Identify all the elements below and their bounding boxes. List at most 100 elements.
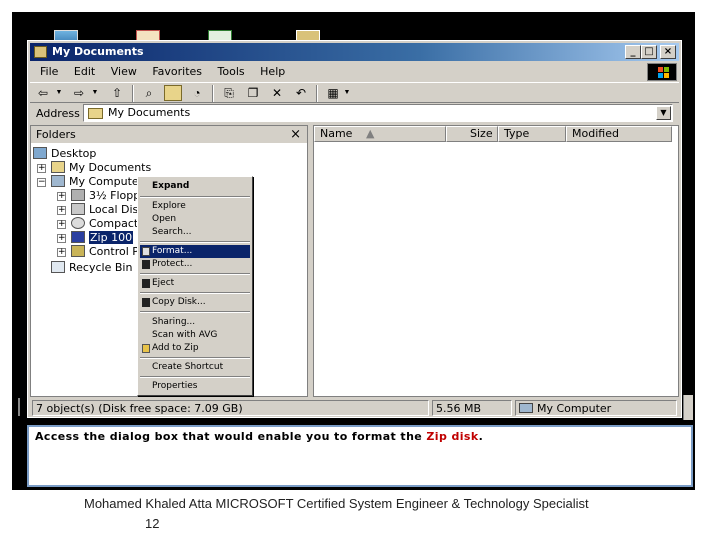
menu-separator <box>140 292 250 294</box>
menu-item-create-shortcut[interactable]: Create Shortcut <box>140 361 250 374</box>
column-type[interactable]: Type <box>498 126 566 142</box>
menu-help[interactable]: Help <box>254 63 291 81</box>
menu-item-scan-avg[interactable]: Scan with AVG <box>140 329 250 342</box>
column-modified[interactable]: Modified <box>566 126 672 142</box>
tree-node-recycle-bin[interactable]: Recycle Bin <box>51 261 132 275</box>
up-folder-icon[interactable]: ⇧ <box>108 85 126 101</box>
tree-node-my-computer[interactable]: My Computer <box>51 175 143 189</box>
recycle-bin-icon <box>51 261 65 273</box>
tree-node-local-disk[interactable]: Local Disk <box>71 203 145 217</box>
zip-drive-icon <box>71 231 85 243</box>
status-objects: 7 object(s) (Disk free space: 7.09 GB) <box>32 400 429 416</box>
folders-close-button[interactable]: × <box>290 126 301 143</box>
menu-favorites[interactable]: Favorites <box>146 63 208 81</box>
shield-icon <box>142 279 150 288</box>
column-name[interactable]: Name ▲ <box>314 126 446 142</box>
delete-icon[interactable]: ✕ <box>268 85 286 101</box>
tree-node-my-documents[interactable]: My Documents <box>51 161 151 175</box>
task-suffix: . <box>478 430 484 443</box>
tree-node-label: Compact <box>89 217 139 230</box>
shield-icon <box>142 247 150 256</box>
menu-item-label: Open <box>152 214 177 224</box>
menu-item-label: Expand <box>152 181 190 191</box>
back-dropdown-icon[interactable]: ▼ <box>50 85 68 101</box>
address-dropdown-button[interactable]: ▼ <box>656 106 671 120</box>
menu-edit[interactable]: Edit <box>68 63 101 81</box>
address-value: My Documents <box>108 106 191 119</box>
expand-toggle[interactable]: + <box>57 192 66 201</box>
tree-node-desktop[interactable]: Desktop <box>33 147 96 161</box>
menu-item-label: Sharing... <box>152 317 196 327</box>
status-objects-text: 7 object(s) (Disk free space: 7.09 GB) <box>36 402 243 415</box>
title-bar[interactable]: My Documents _ □ × <box>30 43 679 61</box>
slide: My Documents _ □ × File Edit View Favori… <box>0 0 720 540</box>
expand-toggle[interactable]: + <box>57 220 66 229</box>
column-label: Modified <box>572 127 619 140</box>
address-input[interactable]: My Documents ▼ <box>83 104 673 122</box>
expand-toggle[interactable]: + <box>57 234 66 243</box>
folder-icon <box>51 161 65 173</box>
menu-tools[interactable]: Tools <box>212 63 251 81</box>
task-text: Access the dialog box that would enable … <box>35 430 427 443</box>
desktop-icon <box>33 147 47 159</box>
context-menu: Expand Explore Open Search... Format... … <box>137 176 253 396</box>
tree-node-label: Zip 100 <box>89 231 134 244</box>
menu-item-copy-disk[interactable]: Copy Disk... <box>140 296 250 309</box>
toolbar: ⇦ ▼ ⇨ ▼ ⇧ ⌕ ◔ ⎘ ❐ ✕ ↶ ▦ ▼ <box>30 82 679 103</box>
collapse-toggle[interactable]: − <box>37 178 46 187</box>
expand-toggle[interactable]: + <box>37 164 46 173</box>
task-instruction-box: Access the dialog box that would enable … <box>27 425 693 487</box>
column-label: Type <box>504 127 530 140</box>
menu-item-eject[interactable]: Eject <box>140 277 250 290</box>
footer-credit: Mohamed Khaled Atta MICROSOFT Certified … <box>84 496 589 511</box>
menu-separator <box>140 196 250 198</box>
search-icon[interactable]: ⌕ <box>140 85 158 101</box>
menu-item-label: Explore <box>152 201 186 211</box>
column-size[interactable]: Size <box>446 126 498 142</box>
status-location-text: My Computer <box>537 402 612 415</box>
menu-item-format[interactable]: Format... <box>140 245 250 258</box>
menu-item-search[interactable]: Search... <box>140 226 250 239</box>
column-label: Size <box>470 127 493 140</box>
menu-item-properties[interactable]: Properties <box>140 380 250 393</box>
copy-to-icon[interactable]: ❐ <box>244 85 262 101</box>
minimize-button[interactable]: _ <box>625 45 641 59</box>
tree-node-floppy[interactable]: 3½ Floppy <box>71 189 147 203</box>
folder-icon <box>34 46 47 58</box>
menu-view[interactable]: View <box>105 63 143 81</box>
expand-toggle[interactable]: + <box>57 248 66 257</box>
tree-node-label: Recycle Bin <box>69 261 133 274</box>
toolbar-separator <box>316 85 318 102</box>
maximize-button[interactable]: □ <box>641 45 657 59</box>
window-title: My Documents <box>52 45 144 58</box>
menu-item-protect[interactable]: Protect... <box>140 258 250 271</box>
toolbar-separator <box>132 85 134 102</box>
menu-item-explore[interactable]: Explore <box>140 200 250 213</box>
move-to-icon[interactable]: ⎘ <box>220 85 238 101</box>
menu-item-add-to-zip[interactable]: Add to Zip <box>140 342 250 355</box>
menu-item-expand[interactable]: Expand <box>140 180 250 193</box>
close-button[interactable]: × <box>660 45 676 59</box>
tree-node-zip-100[interactable]: Zip 100 <box>71 231 134 245</box>
computer-icon <box>519 403 533 413</box>
menu-item-label: Create Shortcut <box>152 362 224 372</box>
forward-dropdown-icon[interactable]: ▼ <box>86 85 104 101</box>
menu-separator <box>140 273 250 275</box>
tree-node-control-panel[interactable]: Control P <box>71 245 139 259</box>
folders-icon[interactable] <box>164 85 182 101</box>
menu-bar: File Edit View Favorites Tools Help <box>30 63 630 81</box>
menu-file[interactable]: File <box>34 63 64 81</box>
tree-node-compact[interactable]: Compact <box>71 217 138 231</box>
expand-toggle[interactable]: + <box>57 206 66 215</box>
menu-item-label: Format... <box>152 246 193 256</box>
menu-item-sharing[interactable]: Sharing... <box>140 316 250 329</box>
undo-icon[interactable]: ↶ <box>292 85 310 101</box>
page-number: 12 <box>145 516 160 531</box>
menu-item-open[interactable]: Open <box>140 213 250 226</box>
folders-header: Folders × <box>31 126 307 143</box>
file-list-pane: Name ▲ Size Type Modified <box>313 125 679 397</box>
scroll-strip <box>683 395 693 420</box>
history-icon[interactable]: ◔ <box>188 85 206 101</box>
tree-node-label: Control P <box>89 245 139 258</box>
views-dropdown-icon[interactable]: ▼ <box>338 85 356 101</box>
